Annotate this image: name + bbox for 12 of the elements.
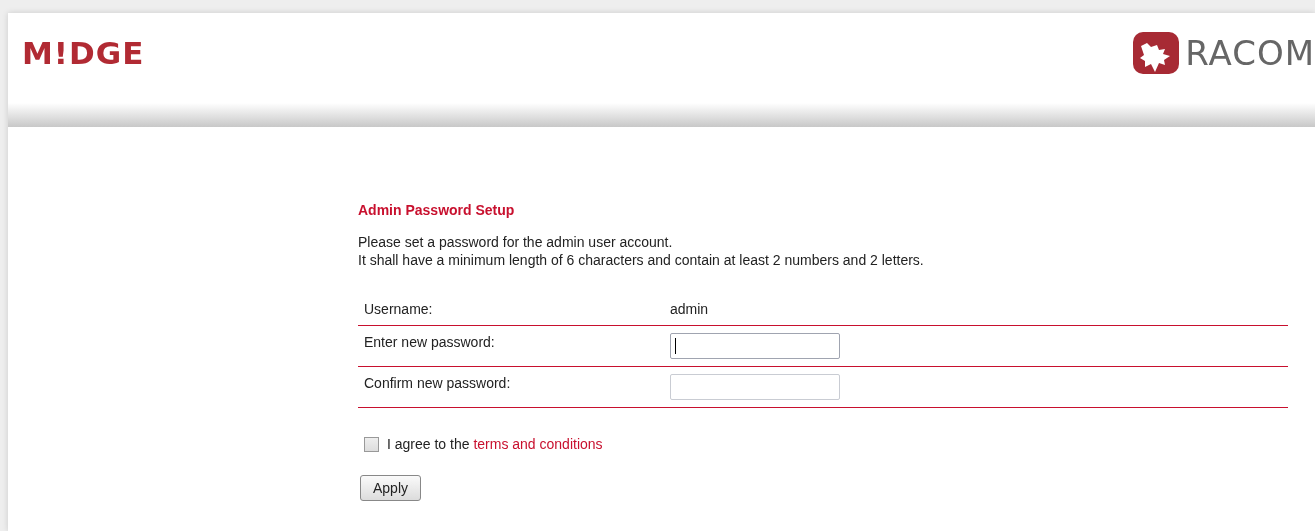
terms-link[interactable]: terms and conditions [473, 436, 603, 452]
agree-text: I agree to the terms and conditions [387, 436, 603, 452]
product-logo: M!DGE [22, 35, 145, 71]
field-label: Enter new password: [364, 333, 496, 350]
field-label: Username: [364, 301, 434, 317]
apply-button[interactable]: Apply [360, 475, 422, 501]
form-title: Admin Password Setup [358, 202, 516, 218]
intro-text: It shall have a minimum length of 6 characters and contain at least 2 numbers and 2 letters. [358, 251, 925, 269]
intro-text: Please set a password for the admin user account. [358, 233, 674, 251]
field-label: Confirm new password: [364, 374, 512, 391]
company-logo: RACOM [1185, 33, 1315, 73]
field-value: admin [670, 301, 709, 317]
